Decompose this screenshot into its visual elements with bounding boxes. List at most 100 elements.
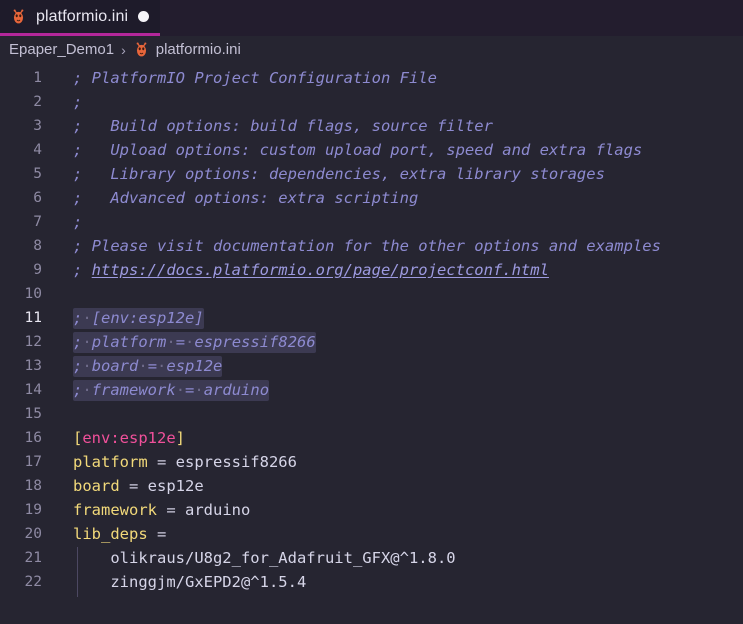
code-line[interactable]: 6 ; Advanced options: extra scripting xyxy=(0,186,743,210)
line-content[interactable]: board = esp12e xyxy=(52,477,743,495)
code-line[interactable]: 14 ;·framework·=·arduino xyxy=(0,378,743,402)
breadcrumb-file[interactable]: platformio.ini xyxy=(133,41,241,58)
code-line[interactable]: 12 ;·platform·=·espressif8266 xyxy=(0,330,743,354)
tab-bar: platformio.ini xyxy=(0,0,743,36)
code-line[interactable]: 4 ; Upload options: custom upload port, s… xyxy=(0,138,743,162)
code-line[interactable]: 13 ;·board·=·esp12e xyxy=(0,354,743,378)
code-token: ] xyxy=(175,429,186,447)
code-line[interactable]: 3 ; Build options: build flags, source fi… xyxy=(0,114,743,138)
code-line[interactable]: 15 xyxy=(0,402,743,426)
tab-platformio-ini[interactable]: platformio.ini xyxy=(0,0,161,36)
line-number: 3 xyxy=(33,118,42,134)
code-token: ; PlatformIO Project Configuration File xyxy=(73,69,437,87)
breadcrumb: Epaper_Demo1 › platformio.ini xyxy=(0,36,743,63)
line-number: 11 xyxy=(24,310,42,326)
editor-window: platformio.ini Epaper_Demo1 › platformio… xyxy=(0,0,743,624)
line-number: 20 xyxy=(24,526,42,542)
line-number: 17 xyxy=(24,454,42,470)
line-content[interactable]: ; Upload options: custom upload port, sp… xyxy=(52,141,743,159)
code-token: = xyxy=(119,477,148,495)
selected-text: ;·board·=·esp12e xyxy=(73,356,223,377)
code-token: · xyxy=(166,333,176,351)
code-token: ; xyxy=(73,261,92,279)
line-number: 21 xyxy=(24,550,42,566)
code-token[interactable]: https://docs.platformio.org/page/project… xyxy=(92,261,549,279)
code-line[interactable]: 10 xyxy=(0,282,743,306)
code-line[interactable]: 21 olikraus/U8g2_for_Adafruit_GFX@^1.8.0 xyxy=(0,546,743,573)
code-line[interactable]: 5 ; Library options: dependencies, extra … xyxy=(0,162,743,186)
code-line[interactable]: 1 ; PlatformIO Project Configuration File xyxy=(0,66,743,90)
code-token: ; Please visit documentation for the oth… xyxy=(73,237,661,255)
line-number: 22 xyxy=(24,574,42,590)
code-line[interactable]: 20 lib_deps = xyxy=(0,522,743,546)
line-content[interactable]: ; Please visit documentation for the oth… xyxy=(52,237,743,255)
code-line[interactable]: 17 platform = espressif8266 xyxy=(0,450,743,474)
code-token: espressif8266 xyxy=(194,333,316,351)
line-content[interactable]: ; xyxy=(52,213,743,231)
code-line[interactable]: 8 ; Please visit documentation for the ot… xyxy=(0,234,743,258)
code-token: framework xyxy=(91,381,176,399)
indent-guide xyxy=(77,571,78,597)
code-token: ; xyxy=(73,357,83,375)
line-content[interactable]: framework = arduino xyxy=(52,501,743,519)
line-number: 1 xyxy=(33,70,42,86)
code-token: = xyxy=(175,333,186,351)
code-token: esp12e xyxy=(147,477,204,495)
code-token: ; xyxy=(73,333,83,351)
platformio-ant-icon xyxy=(133,41,150,58)
code-line[interactable]: 19 framework = arduino xyxy=(0,498,743,522)
line-content[interactable]: ;·[env:esp12e] xyxy=(52,308,743,329)
code-token: · xyxy=(157,357,167,375)
line-content[interactable]: ;·platform·=·espressif8266 xyxy=(52,332,743,353)
line-content[interactable]: ;·framework·=·arduino xyxy=(52,380,743,401)
code-line[interactable]: 22 zinggjm/GxEPD2@^1.5.4 xyxy=(0,570,743,597)
line-number: 4 xyxy=(33,142,42,158)
code-token: env:esp12e xyxy=(82,429,176,447)
code-token: · xyxy=(185,333,195,351)
breadcrumb-project[interactable]: Epaper_Demo1 xyxy=(9,41,114,58)
code-token: platform xyxy=(73,453,148,471)
line-content[interactable]: ; Build options: build flags, source fil… xyxy=(52,117,743,135)
line-content[interactable]: ; PlatformIO Project Configuration File xyxy=(52,69,743,87)
line-content[interactable]: ; https://docs.platformio.org/page/proje… xyxy=(52,261,743,279)
code-token: framework xyxy=(73,501,157,519)
line-number: 14 xyxy=(24,382,42,398)
code-line[interactable]: 9; https://docs.platformio.org/page/proj… xyxy=(0,258,743,282)
code-token: [ xyxy=(73,429,83,447)
line-content[interactable]: [env:esp12e] xyxy=(52,429,743,447)
line-content[interactable]: ;·board·=·esp12e xyxy=(52,356,743,377)
line-number: 19 xyxy=(24,502,42,518)
code-token: zinggjm/GxEPD2@^1.5.4 xyxy=(73,573,307,591)
line-content[interactable]: olikraus/U8g2_for_Adafruit_GFX@^1.8.0 xyxy=(52,547,743,573)
line-content[interactable]: platform = espressif8266 xyxy=(52,453,743,471)
code-token: ; Upload options: custom upload port, sp… xyxy=(73,141,643,159)
line-content[interactable]: zinggjm/GxEPD2@^1.5.4 xyxy=(52,571,743,597)
line-number: 10 xyxy=(24,286,42,302)
code-token: · xyxy=(82,381,92,399)
code-line[interactable]: 16 [env:esp12e] xyxy=(0,426,743,450)
line-content[interactable]: lib_deps = xyxy=(52,525,743,543)
code-token: ; Advanced options: extra scripting xyxy=(73,189,419,207)
code-token: = xyxy=(147,453,176,471)
code-line[interactable]: 18 board = esp12e xyxy=(0,474,743,498)
code-token: ; xyxy=(73,213,83,231)
unsaved-changes-dot[interactable] xyxy=(138,11,150,22)
code-line[interactable]: 2; xyxy=(0,90,743,114)
code-token: = xyxy=(147,525,167,543)
line-content[interactable]: ; xyxy=(52,93,743,111)
chevron-right-icon: › xyxy=(121,41,126,58)
code-line[interactable]: 7; xyxy=(0,210,743,234)
code-token: ; xyxy=(73,309,83,327)
code-editor[interactable]: 1 ; PlatformIO Project Configuration File… xyxy=(0,63,743,624)
code-line[interactable]: 11 ;·[env:esp12e] xyxy=(0,306,743,330)
tab-bar-empty-area xyxy=(160,0,743,36)
code-token: · xyxy=(82,357,92,375)
code-token: arduino xyxy=(185,501,251,519)
code-token: board xyxy=(91,357,139,375)
line-number: 6 xyxy=(33,190,42,206)
line-number: 8 xyxy=(33,238,42,254)
line-content[interactable]: ; Advanced options: extra scripting xyxy=(52,189,743,207)
code-token: · xyxy=(194,381,204,399)
line-content[interactable]: ; Library options: dependencies, extra l… xyxy=(52,165,743,183)
selected-text: ;·framework·=·arduino xyxy=(73,380,270,401)
